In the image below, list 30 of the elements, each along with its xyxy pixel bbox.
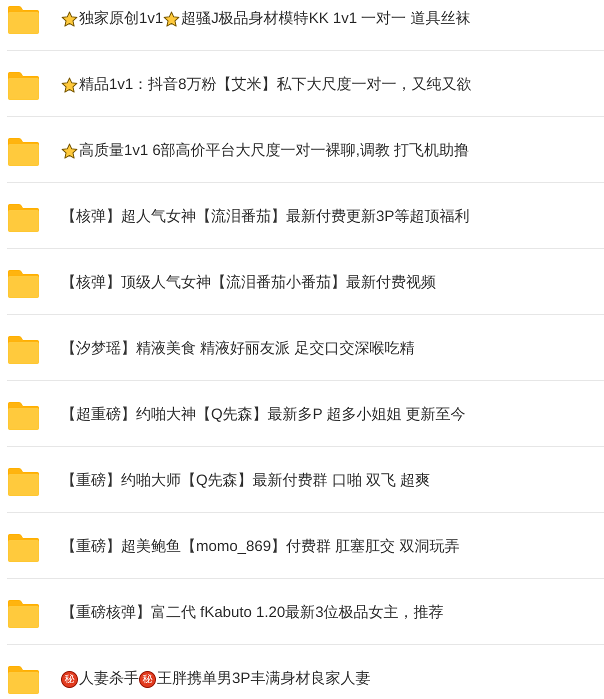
folder-icon[interactable] xyxy=(8,666,39,694)
folder-icon[interactable] xyxy=(8,72,39,100)
star-icon xyxy=(61,143,78,160)
folder-name[interactable]: 精品1v1：抖音8万粉【艾米】私下大尺度一对一，又纯又欲 xyxy=(79,74,472,97)
folder-icon[interactable] xyxy=(8,402,39,430)
folder-name[interactable]: 人妻杀手 xyxy=(79,668,139,691)
star-icon xyxy=(61,77,78,94)
folder-name[interactable]: 王胖携单男3P丰满身材良家人妻 xyxy=(157,668,370,691)
star-icon xyxy=(163,11,180,28)
folder-name[interactable]: 【超重磅】约啪大神【Q先森】最新多P 超多小姐姐 更新至今 xyxy=(61,404,466,427)
folder-icon[interactable] xyxy=(8,534,39,562)
folder-icon[interactable] xyxy=(8,336,39,364)
folder-name[interactable]: 超骚J极品身材模特KK 1v1 一对一 道具丝袜 xyxy=(181,8,470,31)
folder-name[interactable]: 【核弹】超人气女神【流泪番茄】最新付费更新3P等超顶福利 xyxy=(61,206,470,229)
secret-badge: 秘 xyxy=(61,671,78,688)
folder-name[interactable]: 独家原创1v1 xyxy=(79,8,164,31)
folder-name[interactable]: 【重磅】约啪大师【Q先森】最新付费群 口啪 双飞 超爽 xyxy=(61,470,430,493)
folder-name[interactable]: 高质量1v1 6部高价平台大尺度一对一裸聊,调教 打飞机助撸 xyxy=(79,140,470,163)
star-icon xyxy=(61,11,78,28)
folder-icon[interactable] xyxy=(8,270,39,298)
folder-icon[interactable] xyxy=(8,204,39,232)
folder-icon[interactable] xyxy=(8,138,39,166)
folder-name[interactable]: 【汐梦瑶】精液美食 精液好丽友派 足交口交深喉吃精 xyxy=(61,338,414,361)
folder-name[interactable]: 【重磅核弹】富二代 fKabuto 1.20最新3位极品女主，推荐 xyxy=(61,602,444,625)
folder-icon[interactable] xyxy=(8,468,39,496)
folder-name[interactable]: 【核弹】顶级人气女神【流泪番茄小番茄】最新付费视频 xyxy=(61,272,436,295)
folder-name[interactable]: 【重磅】超美鲍鱼【momo_869】付费群 肛塞肛交 双洞玩弄 xyxy=(61,536,460,559)
folder-icon[interactable] xyxy=(8,600,39,628)
folder-icon[interactable] xyxy=(8,6,39,34)
secret-badge: 秘 xyxy=(139,671,156,688)
